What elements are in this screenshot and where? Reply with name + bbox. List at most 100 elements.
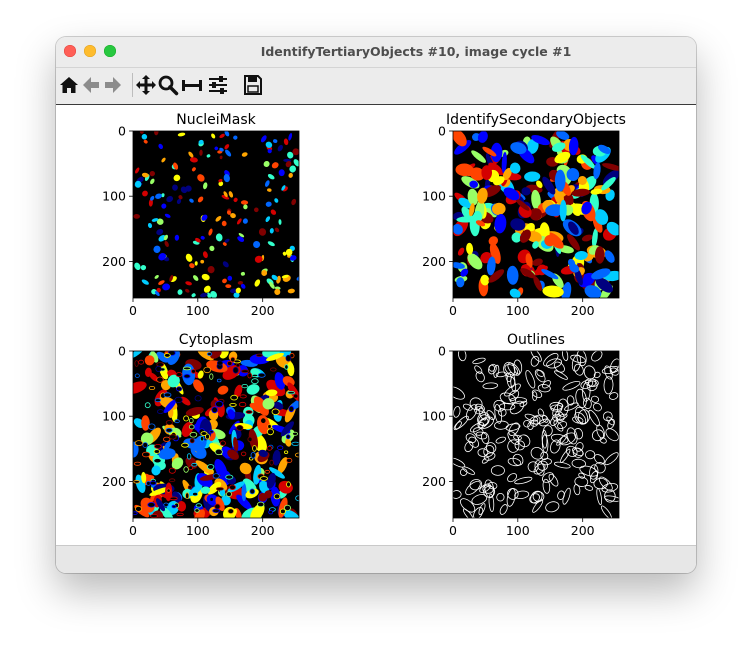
nucleus-hole — [195, 503, 202, 508]
nucleus-hole — [247, 372, 253, 379]
nucleus-hole — [216, 360, 223, 366]
nucleus-hole — [163, 502, 169, 507]
nucleus-hole — [133, 480, 140, 484]
pan-button[interactable] — [135, 74, 157, 96]
nucleus-hole — [189, 417, 194, 424]
close-window-button[interactable] — [64, 45, 76, 57]
nucleus-hole — [207, 464, 215, 470]
nucleus-hole — [285, 434, 291, 440]
y-tick-label: 200 — [422, 254, 446, 269]
nucleus-hole — [259, 476, 268, 481]
panel-title: Cytoplasm — [179, 332, 253, 348]
nucleus-hole — [292, 393, 299, 399]
nucleus-hole — [168, 434, 177, 440]
nucleus-hole — [205, 433, 210, 440]
nucleus-hole — [183, 374, 191, 379]
nucleus-hole — [199, 435, 205, 442]
home-icon — [60, 77, 78, 93]
nucleus-hole — [266, 445, 273, 451]
x-tick-label: 200 — [251, 303, 275, 318]
nucleus-hole — [227, 508, 235, 515]
nucleus-hole — [236, 424, 244, 431]
nucleus-hole — [284, 364, 289, 370]
panel-cytoplasm: Cytoplasm 0 100 200 0 100 200 — [102, 332, 300, 538]
configure-subplots-button[interactable] — [181, 74, 203, 96]
nucleus-hole — [166, 488, 171, 493]
forward-button[interactable] — [102, 74, 124, 96]
nucleus-hole — [286, 481, 291, 488]
nucleus-hole — [268, 510, 274, 515]
nucleus-hole — [134, 373, 140, 378]
y-tick-label: 0 — [118, 124, 126, 139]
x-tick-label: 100 — [186, 523, 210, 538]
nucleus-hole — [229, 484, 236, 490]
nucleus-hole — [192, 491, 199, 497]
nucleus-hole — [157, 409, 165, 415]
nucleus-hole — [183, 415, 190, 422]
nucleus-hole — [229, 402, 237, 407]
nucleus-hole — [191, 369, 196, 374]
nucleus-hole — [241, 383, 248, 389]
nucleus-hole — [279, 508, 286, 515]
nucleus-hole — [176, 386, 183, 392]
toolbar-separator — [132, 73, 133, 97]
nucleus-hole — [245, 410, 253, 414]
nucleus-hole — [149, 480, 157, 486]
y-tick-label: 0 — [438, 124, 446, 139]
nucleus-hole — [194, 395, 202, 402]
nucleus-hole — [232, 366, 239, 374]
x-tick-label: 200 — [251, 523, 275, 538]
nucleus-hole — [211, 406, 218, 414]
nucleus-hole — [188, 424, 195, 430]
nucleus-hole — [181, 442, 189, 448]
nucleus-hole — [133, 461, 142, 466]
x-tick-label: 100 — [506, 523, 530, 538]
forward-arrow-icon — [105, 77, 121, 93]
nucleus-hole — [252, 445, 257, 452]
y-tick-label: 200 — [102, 474, 126, 489]
nucleus-hole — [147, 502, 156, 508]
edit-parameters-button[interactable] — [207, 74, 229, 96]
nucleus-hole — [251, 378, 259, 385]
minimize-window-button[interactable] — [84, 45, 96, 57]
nucleus-hole — [156, 376, 164, 383]
back-button[interactable] — [80, 74, 102, 96]
nucleus-hole — [235, 363, 240, 368]
cell-object — [554, 169, 566, 192]
y-tick-label: 200 — [422, 474, 446, 489]
nucleus-hole — [148, 385, 156, 390]
subplots-icon — [182, 80, 202, 91]
figure-canvas[interactable]: NucleiMask 0 100 200 0 100 200 IdentifySecondar… — [56, 105, 696, 545]
nucleus-hole — [154, 443, 162, 449]
nucleus-hole — [241, 369, 250, 373]
panel-title: NucleiMask — [176, 112, 256, 128]
x-tick-label: 0 — [129, 303, 137, 318]
nucleus-hole — [292, 431, 299, 436]
nucleus-hole — [163, 392, 172, 398]
nucleus-hole — [266, 428, 274, 436]
nucleus-hole — [286, 457, 293, 463]
nucleus-hole — [250, 451, 256, 459]
nucleus-hole — [169, 478, 176, 483]
nucleus-hole — [183, 466, 189, 473]
nucleus-hole — [171, 504, 177, 509]
nucleus-hole — [153, 458, 162, 464]
panel-title: IdentifySecondaryObjects — [446, 112, 626, 128]
nucleus-hole — [288, 405, 295, 413]
nucleus-hole — [214, 448, 223, 456]
save-button[interactable] — [242, 74, 264, 96]
nucleus-hole — [219, 440, 226, 446]
window-title: IdentifyTertiaryObjects #10, image cycle… — [260, 44, 572, 59]
maximize-window-button[interactable] — [104, 45, 116, 57]
home-button[interactable] — [58, 74, 80, 96]
nucleus-hole — [209, 430, 214, 434]
nucleus-hole — [247, 436, 253, 443]
cell-object — [481, 165, 493, 181]
nucleus-hole — [188, 465, 194, 471]
zoom-button[interactable] — [157, 74, 179, 96]
nucleus-hole — [212, 473, 220, 479]
nucleus-hole — [194, 508, 200, 513]
nucleus-hole — [273, 493, 281, 500]
nucleus-hole — [165, 427, 173, 433]
nucleus-hole — [212, 508, 220, 513]
